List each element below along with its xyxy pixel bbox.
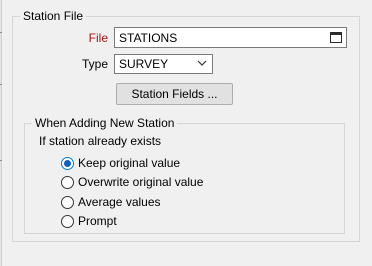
edge-mark xyxy=(0,32,2,33)
radio-label: Overwrite original value xyxy=(78,175,204,189)
file-input-value: STATIONS xyxy=(119,31,178,45)
radio-keep-original[interactable]: Keep original value xyxy=(61,155,180,171)
condition-label: If station already exists xyxy=(39,134,162,148)
type-select[interactable]: SURVEY xyxy=(114,54,213,74)
station-file-group-title: Station File xyxy=(20,9,87,23)
radio-button[interactable] xyxy=(61,195,74,209)
radio-prompt[interactable]: Prompt xyxy=(61,213,117,229)
radio-label: Average values xyxy=(78,195,161,209)
radio-average-values[interactable]: Average values xyxy=(61,194,161,210)
file-input[interactable]: STATIONS xyxy=(114,27,347,48)
type-select-value: SURVEY xyxy=(119,57,169,71)
edge-mark xyxy=(0,84,2,85)
left-edge-panel xyxy=(0,0,2,266)
chevron-down-icon xyxy=(197,60,207,66)
when-adding-group-title: When Adding New Station xyxy=(32,116,178,130)
type-label: Type xyxy=(81,57,108,71)
radio-button[interactable] xyxy=(61,175,74,189)
station-fields-button[interactable]: Station Fields ... xyxy=(116,83,233,105)
radio-button[interactable] xyxy=(61,156,74,170)
radio-label: Prompt xyxy=(78,214,117,228)
browse-icon[interactable] xyxy=(330,32,342,43)
radio-overwrite-original[interactable]: Overwrite original value xyxy=(61,174,203,190)
edge-mark xyxy=(0,160,2,161)
file-label: File xyxy=(88,31,108,45)
radio-button[interactable] xyxy=(61,214,74,228)
radio-label: Keep original value xyxy=(78,156,181,170)
